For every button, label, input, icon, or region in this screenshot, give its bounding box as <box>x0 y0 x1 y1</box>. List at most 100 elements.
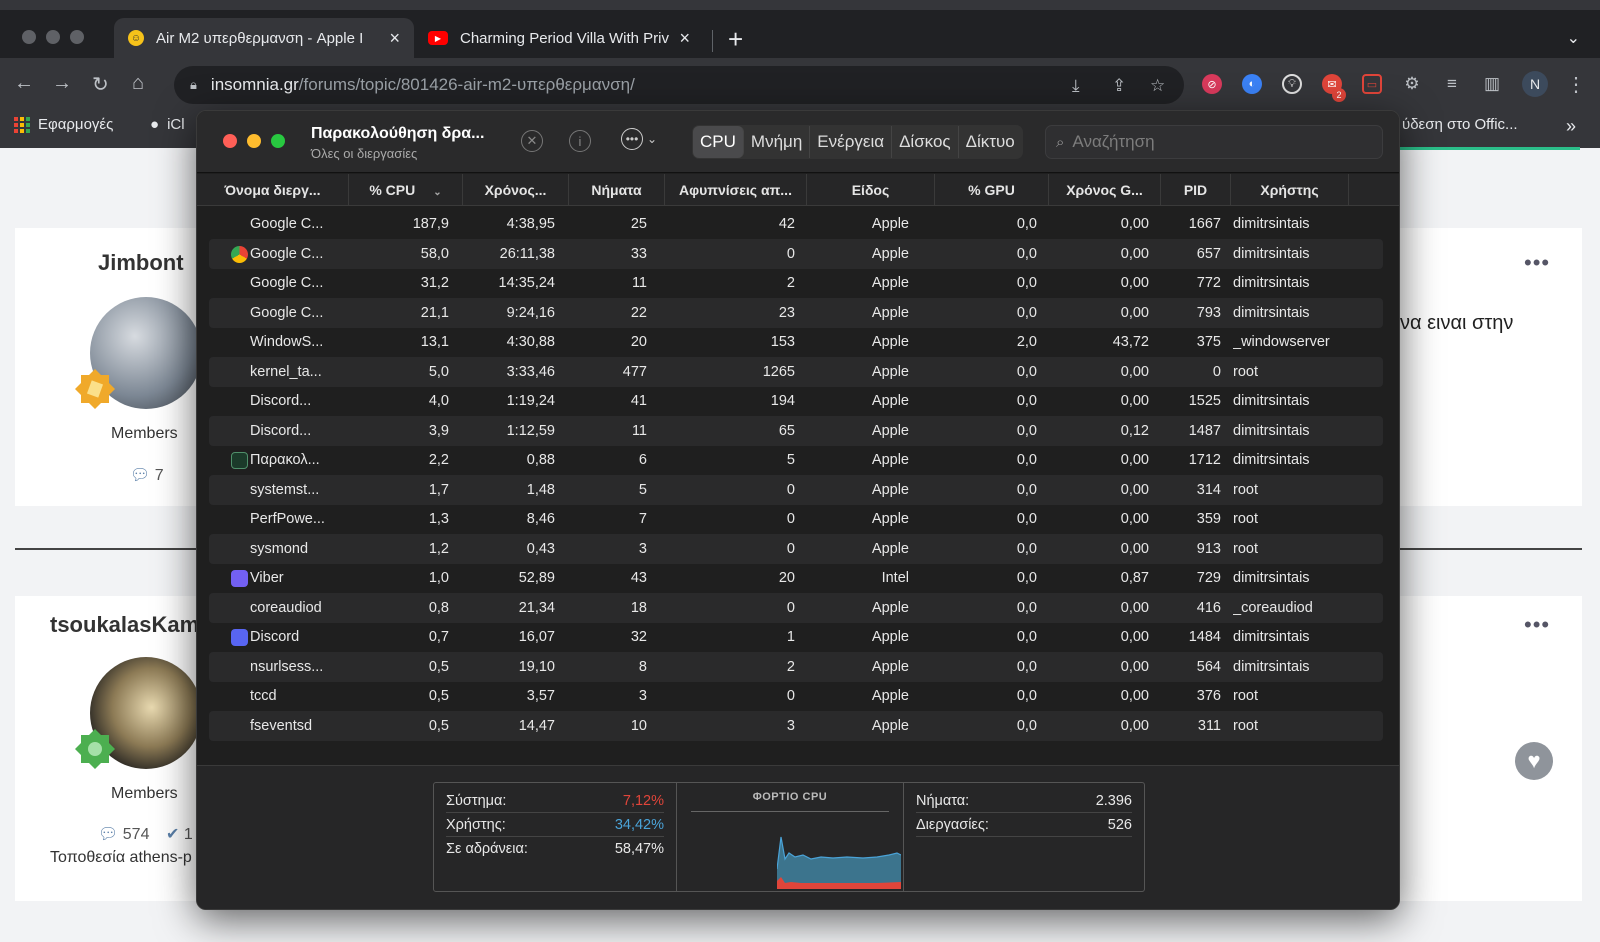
process-row[interactable]: nsurlsess... 0,5 19,10 8 2 Apple 0,0 0,00 564 dim… <box>209 651 1383 682</box>
column-header-user[interactable]: Χρήστης <box>1231 174 1349 206</box>
cell-time: 9:24,16 <box>506 304 555 321</box>
more-bookmarks-icon[interactable]: » <box>1566 116 1576 137</box>
cell-wakeups: 3 <box>786 717 795 734</box>
activity-monitor-window: Παρακολούθηση δρα... Όλες οι διεργασίες … <box>196 110 1400 910</box>
column-header-idle-wakeups[interactable]: Αφυπνίσεις απ... <box>665 174 807 206</box>
column-header-gpu[interactable]: % GPU <box>935 174 1049 206</box>
idle-usage-row: Σε αδράνεια: 58,47% <box>446 837 664 861</box>
process-row[interactable]: Discord... 4,0 1:19,24 41 194 Apple 0,0 0,00 152… <box>209 386 1383 416</box>
process-row[interactable]: Google C... 58,0 26:11,38 33 0 Apple 0,0 0,00 65… <box>209 238 1383 269</box>
cell-gpu: 0,0 <box>1016 599 1037 616</box>
cell-user: root <box>1233 363 1258 380</box>
post-options-icon[interactable]: ••• <box>1524 612 1550 638</box>
side-panel-icon[interactable]: ▥ <box>1482 74 1502 94</box>
address-bar[interactable]: 🔒︎ insomnia.gr/forums/topic/801426-air-m… <box>174 66 1184 104</box>
cell-wakeups: 0 <box>786 245 795 262</box>
tab-energy[interactable]: Ενέργεια <box>810 126 893 158</box>
column-header-kind[interactable]: Είδος <box>807 174 935 206</box>
post-options-icon[interactable]: ••• <box>1524 250 1550 276</box>
column-header-threads[interactable]: Νήματα <box>569 174 665 206</box>
share-icon[interactable]: ⇪ <box>1112 76 1126 96</box>
user-rank: Members <box>111 785 178 802</box>
install-app-icon[interactable]: ⤓ <box>1072 76 1080 96</box>
zoom-window-button[interactable] <box>271 134 285 148</box>
extension-block-icon[interactable]: ⊘ <box>1202 74 1222 94</box>
reload-icon[interactable]: ↻ <box>92 72 109 97</box>
tab-network[interactable]: Δίκτυο <box>959 126 1022 158</box>
window-subtitle[interactable]: Όλες οι διεργασίες <box>311 146 417 161</box>
cell-user: root <box>1233 688 1258 704</box>
search-icon: ⌕ <box>1056 133 1065 151</box>
extension-vpn-icon[interactable]: ◐ <box>1242 74 1262 94</box>
process-row[interactable]: Viber 1,0 52,89 43 20 Intel 0,0 0,87 729 dimitrsi… <box>209 563 1383 593</box>
close-tab-icon[interactable]: × <box>389 28 400 49</box>
stop-process-icon[interactable]: ✕ <box>521 130 543 152</box>
tab-youtube[interactable]: ▶ Charming Period Villa With Priv × <box>414 18 704 58</box>
tab-disk[interactable]: Δίσκος <box>892 126 959 158</box>
close-tab-icon[interactable]: × <box>679 28 690 49</box>
post-username[interactable]: tsoukalasKam <box>50 612 199 638</box>
process-row[interactable]: Παρακολ... 2,2 0,88 6 5 Apple 0,0 0,00 1712 dimit… <box>209 445 1383 475</box>
process-row[interactable]: Discord 0,7 16,07 32 1 Apple 0,0 0,00 1484 dimitr… <box>209 622 1383 652</box>
process-row[interactable]: sysmond 1,2 0,43 3 0 Apple 0,0 0,00 913 root <box>209 533 1383 564</box>
cell-name: kernel_ta... <box>250 363 322 380</box>
column-header-cpu-time[interactable]: Χρόνος... <box>463 174 569 206</box>
more-actions-button[interactable]: ••• ⌄ <box>621 128 657 150</box>
lock-icon[interactable]: 🔒︎ <box>190 77 197 93</box>
bookmark-apps[interactable]: Εφαρμογές <box>14 116 113 133</box>
bookmark-icloud[interactable]: ● iCl <box>150 116 185 133</box>
window-zoom-button[interactable] <box>70 30 84 44</box>
user-load-area <box>777 837 901 889</box>
cell-cpu: 187,9 <box>412 216 449 232</box>
minimize-window-button[interactable] <box>247 134 261 148</box>
window-close-button[interactable] <box>22 30 36 44</box>
extension-screen-icon[interactable]: ▭ <box>1362 74 1382 94</box>
forward-icon[interactable]: → <box>52 72 72 95</box>
media-controls-icon[interactable]: ≡ <box>1442 74 1462 94</box>
tab-cpu[interactable]: CPU <box>693 126 744 158</box>
cell-cpu: 1,3 <box>428 511 449 527</box>
extensions-puzzle-icon[interactable]: ⚙ <box>1402 74 1422 94</box>
search-input[interactable] <box>1072 132 1353 152</box>
column-header-pid[interactable]: PID <box>1161 174 1231 206</box>
process-row[interactable]: Discord... 3,9 1:12,59 11 65 Apple 0,0 0,12 1487… <box>209 415 1383 446</box>
process-row[interactable]: PerfPowe... 1,3 8,46 7 0 Apple 0,0 0,00 359 root <box>209 504 1383 534</box>
bookmark-office[interactable]: ύδεση στο Offic... <box>1402 116 1518 133</box>
chrome-menu-icon[interactable]: ⋮ <box>1566 72 1586 97</box>
process-row[interactable]: coreaudiod 0,8 21,34 18 0 Apple 0,0 0,00 416 _cor… <box>209 592 1383 623</box>
window-minimize-button[interactable] <box>46 30 60 44</box>
tab-insomnia[interactable]: ☺ Air M2 υπερθερμανση - Apple I × <box>114 18 414 58</box>
discord-app-icon <box>231 629 248 646</box>
like-heart-icon[interactable]: ♥ <box>1515 742 1553 780</box>
tab-strip: ☺ Air M2 υπερθερμανση - Apple I × ▶ Char… <box>0 10 1600 58</box>
post-username[interactable]: Jimbont <box>98 250 184 276</box>
tab-search-chevron-icon[interactable]: ⌄ <box>1567 28 1580 48</box>
process-row[interactable]: WindowS... 13,1 4:30,88 20 153 Apple 2,0 43,72 3… <box>209 327 1383 357</box>
cell-time: 14:35,24 <box>498 275 555 291</box>
column-header-name[interactable]: Όνομα διεργ... <box>197 174 349 206</box>
cell-time: 52,89 <box>518 570 555 586</box>
process-row[interactable]: tccd 0,5 3,57 3 0 Apple 0,0 0,00 376 root <box>209 681 1383 711</box>
process-row[interactable]: systemst... 1,7 1,48 5 0 Apple 0,0 0,00 314 root <box>209 474 1383 505</box>
back-icon[interactable]: ← <box>14 72 34 95</box>
process-row[interactable]: Google C... 21,1 9:24,16 22 23 Apple 0,0 0,00 79… <box>209 297 1383 328</box>
tab-memory[interactable]: Μνήμη <box>744 126 811 158</box>
home-icon[interactable]: ⌂ <box>132 72 144 95</box>
column-header-cpu[interactable]: % CPU ⌄ <box>349 174 463 206</box>
cell-time: 1,48 <box>526 481 555 498</box>
new-tab-button[interactable]: + <box>728 26 743 52</box>
process-row[interactable]: Google C... 31,2 14:35,24 11 2 Apple 0,0 0,00 77… <box>209 268 1383 298</box>
process-row[interactable]: kernel_ta... 5,0 3:33,46 477 1265 Apple 0,0 0,0… <box>209 356 1383 387</box>
process-row[interactable]: fseventsd 0,5 14,47 10 3 Apple 0,0 0,00 311 root <box>209 710 1383 741</box>
extension-bulb-icon[interactable]: 💡︎ <box>1282 74 1302 94</box>
cell-wakeups: 0 <box>786 481 795 498</box>
cell-pid: 311 <box>1197 717 1221 734</box>
process-row[interactable]: Google C... 187,9 4:38,95 25 42 Apple 0,0 0,00 1… <box>209 209 1383 239</box>
close-window-button[interactable] <box>223 134 237 148</box>
info-icon[interactable]: i <box>569 130 591 152</box>
profile-avatar[interactable]: N <box>1522 71 1548 97</box>
bookmark-star-icon[interactable]: ☆ <box>1150 76 1165 96</box>
search-field[interactable]: ⌕ <box>1045 125 1383 159</box>
cell-wakeups: 1 <box>786 629 795 645</box>
column-header-gpu-time[interactable]: Χρόνος G... <box>1049 174 1161 206</box>
